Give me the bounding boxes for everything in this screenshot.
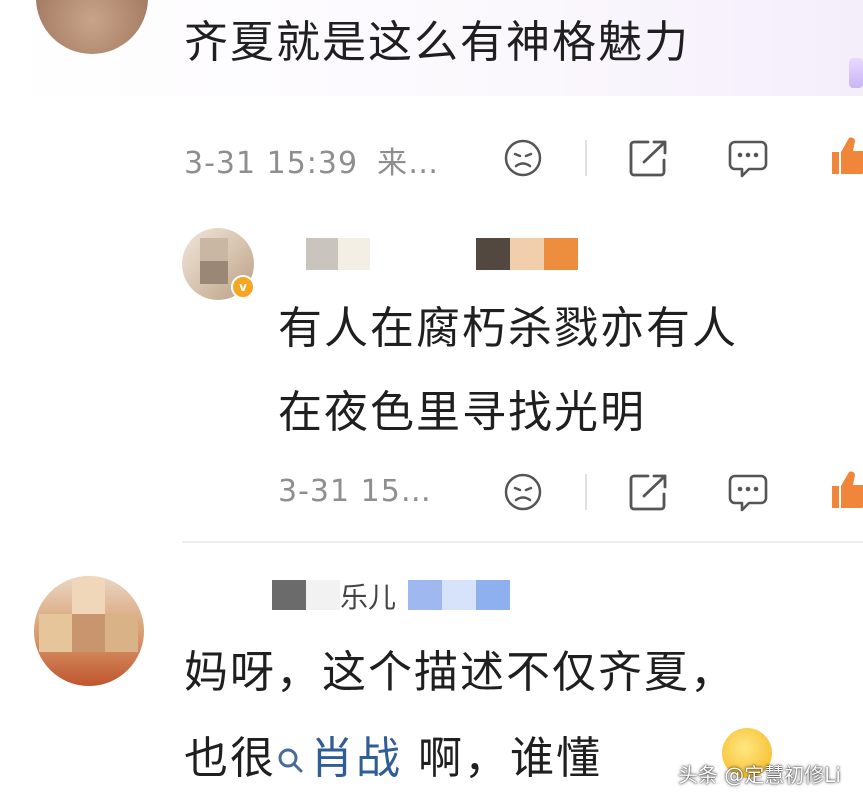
commenter-avatar[interactable]: [34, 576, 144, 686]
username-pixelated: [338, 238, 370, 270]
meta-divider: [585, 474, 587, 510]
like-icon[interactable]: [828, 134, 863, 178]
username-pixelated: [306, 580, 340, 610]
badge-pixelated: [544, 238, 578, 270]
reply-text-line1: 有人在腐朽杀戮亦有人: [278, 303, 738, 354]
comment-text-suffix: 啊，谁懂: [402, 733, 602, 784]
badge-pixelated: [442, 580, 476, 610]
search-icon: [276, 736, 306, 787]
like-icon[interactable]: [828, 468, 863, 512]
comment-text-line2: 也很 肖战 啊，谁懂: [184, 722, 602, 787]
comment-source: 来…: [377, 146, 440, 181]
meta-divider: [585, 140, 587, 176]
comment-meta-row: 3-31 15:39 来…: [184, 138, 440, 181]
share-icon[interactable]: [628, 472, 670, 512]
username-fragment: 乐儿: [340, 581, 397, 614]
comment-text-line1: 妈呀，这个描述不仅齐夏，: [184, 647, 736, 698]
reply-time: 3-31 15…: [278, 474, 432, 509]
decorative-sparkle: [849, 58, 863, 88]
watermark: 头条 @定慧初修Li: [677, 763, 841, 787]
badge-pixelated: [510, 238, 544, 270]
share-icon[interactable]: [628, 138, 670, 178]
username-pixelated[interactable]: [306, 238, 338, 270]
comment-text-prefix: 也很: [184, 733, 276, 784]
reply-text-line2: 在夜色里寻找光明: [278, 387, 646, 438]
comment-divider: [182, 541, 863, 543]
comment-time: 3-31 15:39: [184, 146, 359, 181]
badge-pixelated: [476, 238, 510, 270]
username-pixelated[interactable]: [272, 580, 306, 610]
mention-link[interactable]: 肖战: [310, 733, 402, 784]
badge-pixelated: [408, 580, 442, 610]
dislike-icon[interactable]: [503, 138, 543, 178]
comment-icon[interactable]: [727, 138, 769, 180]
badge-pixelated: [476, 580, 510, 610]
dislike-icon[interactable]: [503, 472, 543, 512]
comment-text: 齐夏就是这么有神格魅力: [184, 17, 690, 68]
verified-badge-icon: v: [231, 275, 255, 299]
comment-icon[interactable]: [727, 472, 769, 514]
